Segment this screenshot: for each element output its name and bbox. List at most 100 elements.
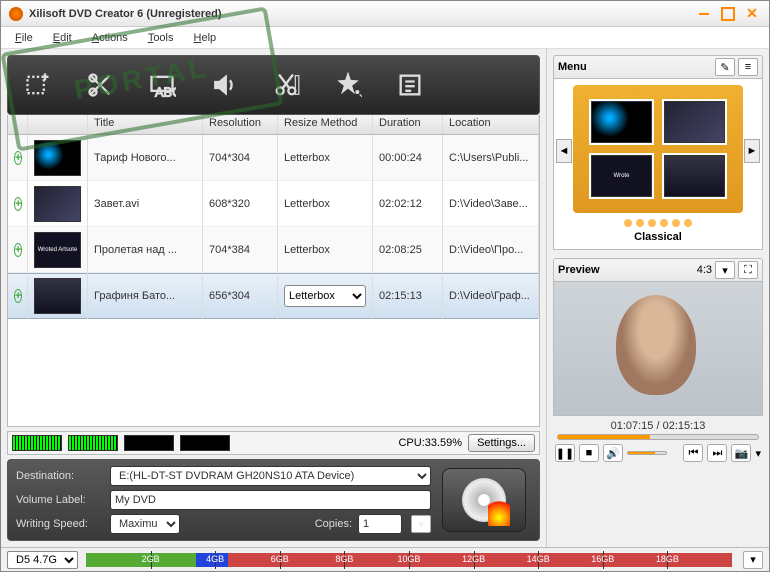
- disk-type-select[interactable]: D5 4.7G: [7, 551, 78, 569]
- edit-menu-icon[interactable]: ✎: [715, 58, 735, 76]
- cell-duration: 02:02:12: [373, 181, 443, 227]
- snapshot-menu[interactable]: ▾: [755, 447, 761, 460]
- col-title[interactable]: Title: [88, 115, 203, 134]
- col-duration[interactable]: Duration: [373, 115, 443, 134]
- player-controls: ❚❚ ■ 🔊 ⏮ ⏭ 📷 ▾: [553, 444, 763, 462]
- template-pager[interactable]: [624, 219, 692, 227]
- cpu-bar: CPU:33.59% Settings...: [7, 431, 540, 455]
- table-row[interactable]: + Завет.avi 608*320 Letterbox 02:02:12 D…: [8, 181, 539, 227]
- table-row[interactable]: + Wroted Artsote Пролетая над ... 704*38…: [8, 227, 539, 273]
- table-row[interactable]: + Тариф Нового... 704*304 Letterbox 00:0…: [8, 135, 539, 181]
- destination-panel: Destination: E:(HL-DT-ST DVDRAM GH20NS10…: [7, 459, 540, 541]
- crop-icon[interactable]: [80, 65, 120, 105]
- template-name: Classical: [634, 231, 682, 243]
- menubar: File Edit Actions Tools Help: [1, 27, 769, 49]
- copies-input[interactable]: [358, 514, 402, 534]
- preview-title: Preview: [558, 264, 600, 276]
- cell-title: Завет.avi: [88, 181, 203, 227]
- prev-frame-button[interactable]: ⏮: [683, 444, 703, 462]
- destination-select[interactable]: E:(HL-DT-ST DVDRAM GH20NS10 ATA Device): [110, 466, 431, 486]
- cell-resolution: 704*304: [203, 135, 278, 181]
- col-resize[interactable]: Resize Method: [278, 115, 373, 134]
- volume-label-label: Volume Label:: [16, 494, 104, 506]
- subtitle-icon[interactable]: ABC: [142, 65, 182, 105]
- minimize-button[interactable]: [695, 5, 713, 23]
- menu-panel-header: Menu ✎ ≡: [553, 55, 763, 79]
- grid-header: Title Resolution Resize Method Duration …: [8, 115, 539, 135]
- effects-icon[interactable]: [328, 65, 368, 105]
- cell-resize: Letterbox: [278, 181, 373, 227]
- fullscreen-icon[interactable]: ⛶: [738, 261, 758, 279]
- next-frame-button[interactable]: ⏭: [707, 444, 727, 462]
- menu-tools[interactable]: Tools: [142, 30, 180, 46]
- resize-method-select[interactable]: Letterbox: [284, 285, 366, 307]
- aspect-dropdown[interactable]: ▾: [715, 261, 735, 279]
- writing-speed-label: Writing Speed:: [16, 518, 104, 530]
- stop-button[interactable]: ■: [579, 444, 599, 462]
- aspect-label: 4:3: [697, 264, 712, 276]
- cell-title: Тариф Нового...: [88, 135, 203, 181]
- menu-actions[interactable]: Actions: [86, 30, 134, 46]
- preview-viewport[interactable]: [553, 282, 763, 416]
- cell-duration: 02:15:13: [373, 273, 443, 319]
- cell-resize: Letterbox: [278, 135, 373, 181]
- window-title: Xilisoft DVD Creator 6 (Unregistered): [29, 8, 689, 20]
- disk-menu-button[interactable]: ▾: [743, 551, 763, 569]
- app-logo: [9, 7, 23, 21]
- no-menu-icon[interactable]: ≡: [738, 58, 758, 76]
- audio-icon[interactable]: [204, 65, 244, 105]
- disk-tick-label: 4GB: [206, 554, 224, 564]
- volume-slider[interactable]: [627, 451, 667, 455]
- cell-location: D:\Video\Про...: [443, 227, 539, 273]
- writing-speed-select[interactable]: Maximu: [110, 514, 180, 534]
- cell-resize[interactable]: Letterbox: [278, 273, 373, 319]
- add-row-button[interactable]: +: [14, 197, 22, 211]
- menu-help[interactable]: Help: [188, 30, 223, 46]
- add-row-button[interactable]: +: [14, 289, 22, 303]
- cpu-label: CPU:33.59%: [398, 437, 462, 449]
- col-resolution[interactable]: Resolution: [203, 115, 278, 134]
- close-button[interactable]: [743, 5, 761, 23]
- snapshot-button[interactable]: 📷: [731, 444, 751, 462]
- cell-title: Графиня Бато...: [88, 273, 203, 319]
- cell-resolution: 656*304: [203, 273, 278, 319]
- flame-icon: [488, 498, 510, 526]
- prev-template-button[interactable]: ◄: [556, 139, 572, 163]
- maximize-button[interactable]: [719, 5, 737, 23]
- disk-tick-label: 8GB: [335, 554, 353, 564]
- settings-button[interactable]: Settings...: [468, 434, 535, 452]
- table-row[interactable]: + Графиня Бато... 656*304 Letterbox 02:1…: [8, 273, 539, 319]
- video-thumbnail: [34, 278, 81, 314]
- next-template-button[interactable]: ►: [744, 139, 760, 163]
- add-file-icon[interactable]: [18, 65, 58, 105]
- file-grid: Title Resolution Resize Method Duration …: [7, 115, 540, 427]
- cell-location: D:\Video\Граф...: [443, 273, 539, 319]
- menu-edit[interactable]: Edit: [47, 30, 78, 46]
- main-toolbar: ABC: [7, 55, 540, 115]
- video-thumbnail: [34, 140, 81, 176]
- copies-stepper[interactable]: ▾: [411, 515, 431, 533]
- cell-location: D:\Video\Заве...: [443, 181, 539, 227]
- disk-tick-label: 14GB: [527, 554, 550, 564]
- cell-resize: Letterbox: [278, 227, 373, 273]
- volume-icon[interactable]: 🔊: [603, 444, 623, 462]
- col-location[interactable]: Location: [443, 115, 539, 134]
- menu-canvas[interactable]: Wrote: [573, 85, 743, 213]
- add-row-button[interactable]: +: [14, 243, 22, 257]
- pause-button[interactable]: ❚❚: [555, 444, 575, 462]
- cpu-graph-icon: [12, 435, 62, 451]
- volume-label-input[interactable]: [110, 490, 431, 510]
- menu-file[interactable]: File: [9, 30, 39, 46]
- seek-slider[interactable]: [557, 434, 759, 440]
- chapter-icon[interactable]: [390, 65, 430, 105]
- video-thumbnail: Wroted Artsote: [34, 232, 81, 268]
- preview-header: Preview 4:3 ▾ ⛶: [553, 258, 763, 282]
- copies-label: Copies:: [315, 518, 352, 530]
- add-row-button[interactable]: +: [14, 151, 22, 165]
- cpu-graph-icon: [124, 435, 174, 451]
- clip-icon[interactable]: [266, 65, 306, 105]
- destination-label: Destination:: [16, 470, 104, 482]
- burn-button[interactable]: [442, 468, 526, 532]
- svg-text:ABC: ABC: [155, 85, 176, 99]
- playback-time: 01:07:15 / 02:15:13: [553, 420, 763, 432]
